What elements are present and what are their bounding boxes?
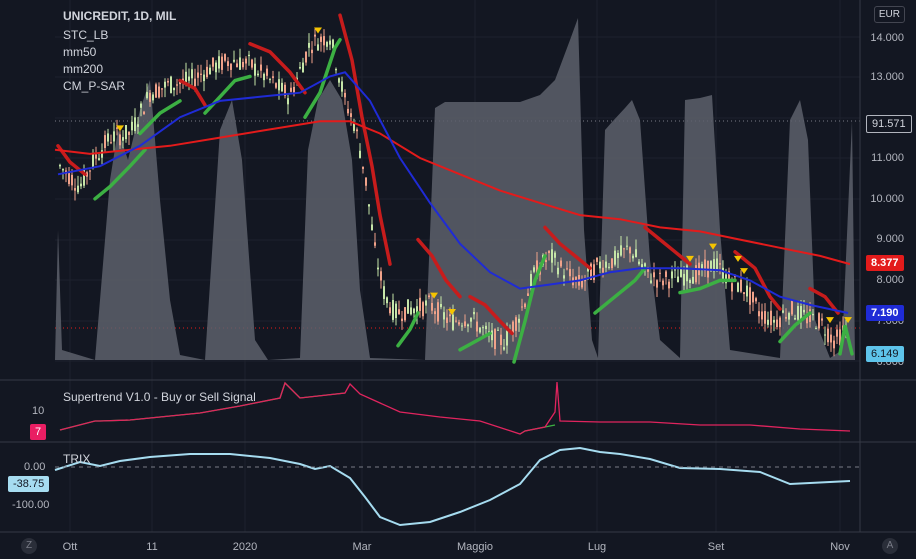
auto-scale-icon[interactable]: A [882,538,898,554]
supertrend-badge: 7 [30,424,47,440]
y-tick-8: 8.000 [876,274,904,286]
indicator-psar[interactable]: CM_P-SAR [63,79,125,93]
x-label-set: Set [707,541,725,553]
x-label-nov: Nov [830,541,850,553]
x-label-lug: Lug [587,541,607,553]
indicator-mm200[interactable]: mm200 [63,62,103,76]
y-tick-13: 13.000 [870,71,904,83]
symbol-title[interactable]: UNICREDIT, 1D, MIL [63,9,176,23]
indicator-stc[interactable]: STC_LB [63,28,108,42]
x-label-2020: 2020 [232,541,258,553]
supertrend-tick: 10 [32,405,45,417]
timezone-icon[interactable]: Z [21,538,37,554]
trix-badge: -38.75 [8,476,50,492]
mm50-badge: 7.190 [866,305,904,321]
trix-label[interactable]: TRIX [63,452,90,466]
crosshair-price-badge: 91.571 [866,115,912,133]
last-price-badge: 6.149 [866,346,904,362]
y-tick-14: 14.000 [870,32,904,44]
indicator-mm50[interactable]: mm50 [63,45,96,59]
currency-button[interactable]: EUR [873,6,905,23]
x-label-mar: Mar [352,541,372,553]
trix-tick-minus100: -100.00 [12,499,50,511]
y-tick-9: 9.000 [876,233,904,245]
supertrend-label[interactable]: Supertrend V1.0 - Buy or Sell Signal [63,390,256,404]
x-label-11: 11 [146,541,158,553]
trix-tick-zero: 0.00 [24,461,46,473]
x-label-maggio: Maggio [456,541,494,553]
chart-canvas[interactable] [0,0,916,559]
trix-line [54,446,851,527]
stc-area [55,18,855,360]
y-tick-11: 11.000 [871,152,904,164]
y-tick-10: 10.000 [870,193,904,205]
mm200-badge: 8.377 [866,255,904,271]
x-label-ott: Ott [62,541,78,553]
